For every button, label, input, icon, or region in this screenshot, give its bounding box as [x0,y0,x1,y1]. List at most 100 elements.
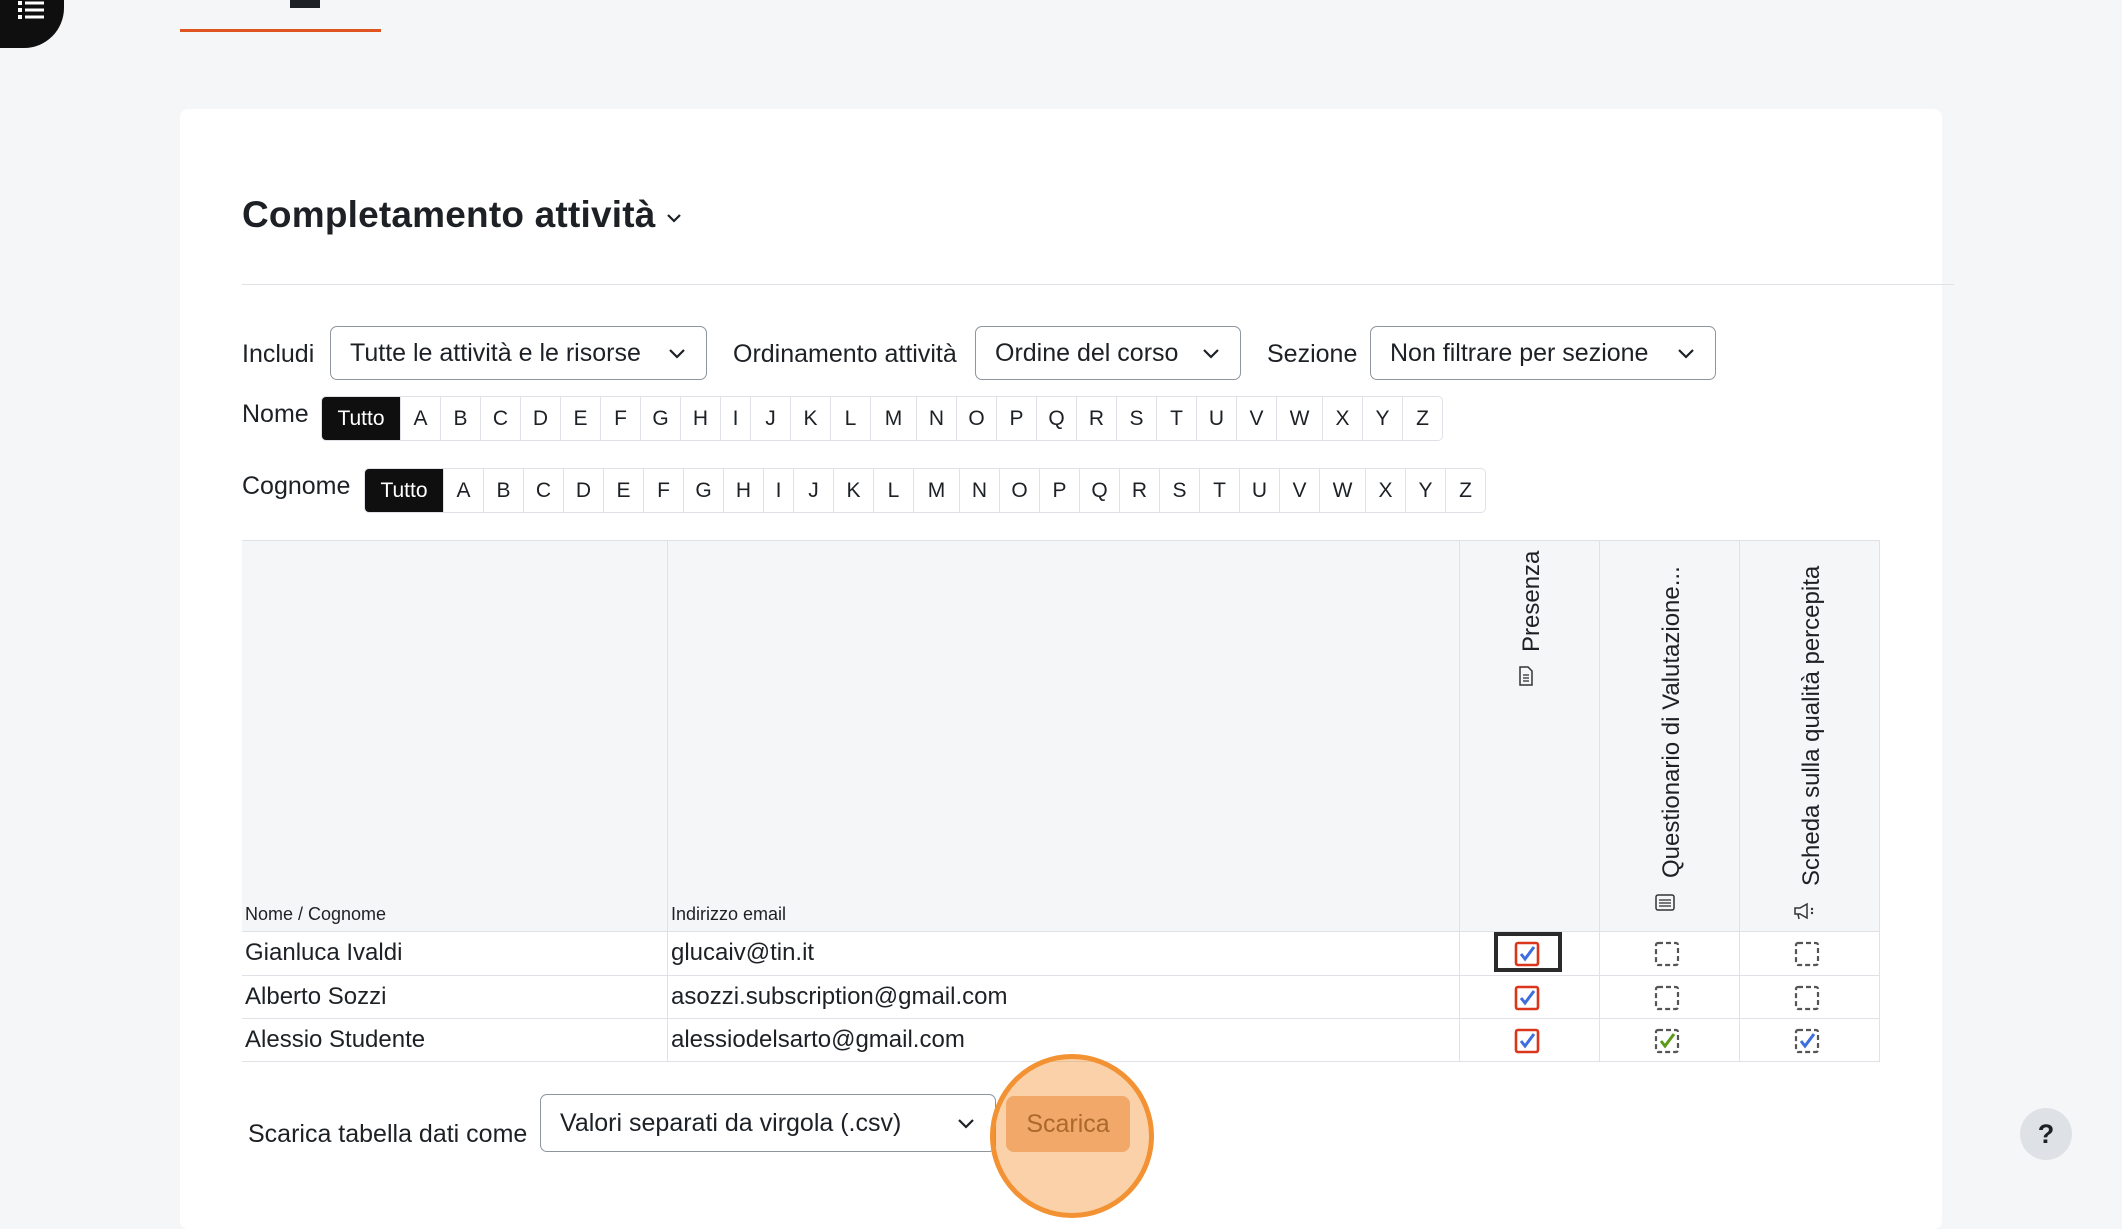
first-name-initial-z[interactable]: Z [1402,397,1442,440]
surname-initial-w[interactable]: W [1319,469,1365,512]
surname-initial-x[interactable]: X [1365,469,1405,512]
first-name-initial-q[interactable]: Q [1036,397,1076,440]
order-select[interactable]: Ordine del corso [975,326,1241,380]
first-name-initial-v[interactable]: V [1236,397,1276,440]
first-name-initial-s[interactable]: S [1116,397,1156,440]
divider [1599,540,1600,1061]
row-email: alessiodelsarto@gmail.com [671,1026,965,1053]
surname-initial-c[interactable]: C [523,469,563,512]
first-name-initial-n[interactable]: N [916,397,956,440]
surname-initial-m[interactable]: M [913,469,959,512]
order-label: Ordinamento attività [733,340,957,368]
chevron-down-icon[interactable] [666,213,682,223]
first-name-initial-x[interactable]: X [1322,397,1362,440]
report-title[interactable]: Completamento attività [242,194,656,236]
column-header-email[interactable]: Indirizzo email [671,904,786,925]
divider [1459,540,1460,1061]
surname-initial-k[interactable]: K [833,469,873,512]
divider [242,931,1880,932]
click-highlight [990,1054,1154,1218]
surname-initial-j[interactable]: J [793,469,833,512]
surname-initial-a[interactable]: A [443,469,483,512]
first-name-initial-o[interactable]: O [956,397,996,440]
chevron-down-icon [1678,349,1694,359]
surname-initial-v[interactable]: V [1279,469,1319,512]
checkbox-complete-icon[interactable] [1514,985,1540,1011]
surname-initial-o[interactable]: O [999,469,1039,512]
first-name-initial-g[interactable]: G [640,397,680,440]
surname-initial-h[interactable]: H [723,469,763,512]
chevron-down-icon [669,349,685,359]
chevron-down-icon [958,1119,974,1129]
surname-initial-y[interactable]: Y [1405,469,1445,512]
first-name-initial-w[interactable]: W [1276,397,1322,440]
first-name-initial-d[interactable]: D [520,397,560,440]
row-name[interactable]: Gianluca Ivaldi [245,939,402,967]
surname-initial-n[interactable]: N [959,469,999,512]
surname-initial-r[interactable]: R [1119,469,1159,512]
first-name-initial-a[interactable]: A [400,397,440,440]
surname-initial-p[interactable]: P [1039,469,1079,512]
active-tab-underline [180,29,381,32]
checkbox-incomplete-icon[interactable] [1794,941,1820,967]
download-format-select[interactable]: Valori separati da virgola (.csv) [540,1094,996,1152]
first-name-initial-h[interactable]: H [680,397,720,440]
first-name-initial-f[interactable]: F [600,397,640,440]
surname-initial-e[interactable]: E [603,469,643,512]
surname-initial-f[interactable]: F [643,469,683,512]
surname-initial-all[interactable]: Tutto [365,469,443,512]
first-name-initial-t[interactable]: T [1156,397,1196,440]
page-heading-fragment [290,0,320,8]
checkbox-complete-icon[interactable] [1514,1028,1540,1054]
surname-initial-d[interactable]: D [563,469,603,512]
first-name-initial-m[interactable]: M [870,397,916,440]
divider [1739,540,1740,1061]
checkbox-incomplete-icon[interactable] [1654,985,1680,1011]
activity-header-questionario[interactable]: Questionario di Valutazione... [1658,566,1686,878]
first-name-initials-bar: Tutto A B C D E F G H I J K L M N O P Q R S T U V W X Y Z [321,396,1443,441]
checkbox-complete-icon[interactable] [1514,941,1540,967]
surname-initial-g[interactable]: G [683,469,723,512]
course-index-button[interactable] [0,0,64,48]
checkbox-incomplete-icon[interactable] [1794,985,1820,1011]
first-name-initial-b[interactable]: B [440,397,480,440]
row-name[interactable]: Alessio Studente [245,1026,425,1054]
first-name-initial-k[interactable]: K [790,397,830,440]
section-select[interactable]: Non filtrare per sezione [1370,326,1716,380]
section-label: Sezione [1267,340,1358,368]
first-name-initial-p[interactable]: P [996,397,1036,440]
download-label: Scarica tabella dati come [248,1120,528,1148]
surname-initial-q[interactable]: Q [1079,469,1119,512]
megaphone-icon [1794,902,1814,920]
surname-initial-t[interactable]: T [1199,469,1239,512]
first-name-initial-j[interactable]: J [750,397,790,440]
surname-initial-b[interactable]: B [483,469,523,512]
help-button[interactable]: ? [2020,1108,2072,1160]
first-name-initial-e[interactable]: E [560,397,600,440]
surname-initial-l[interactable]: L [873,469,913,512]
surname-initial-z[interactable]: Z [1445,469,1485,512]
surname-initial-i[interactable]: I [763,469,793,512]
first-name-initial-all[interactable]: Tutto [322,397,400,440]
divider [242,540,1880,541]
row-name[interactable]: Alberto Sozzi [245,983,386,1011]
page-icon [1519,666,1533,686]
first-name-initial-u[interactable]: U [1196,397,1236,440]
include-select[interactable]: Tutte le attività e le risorse [330,326,707,380]
surname-initial-s[interactable]: S [1159,469,1199,512]
checkbox-complete-icon[interactable] [1654,1028,1680,1054]
first-name-initial-y[interactable]: Y [1362,397,1402,440]
include-label: Includi [242,340,315,368]
first-name-initial-c[interactable]: C [480,397,520,440]
checkbox-incomplete-icon[interactable] [1654,941,1680,967]
checkbox-complete-icon[interactable] [1794,1028,1820,1054]
column-header-name[interactable]: Nome / Cognome [245,904,386,925]
row-email: glucaiv@tin.it [671,939,815,966]
surname-initial-u[interactable]: U [1239,469,1279,512]
first-name-initial-i[interactable]: I [720,397,750,440]
first-name-initial-l[interactable]: L [830,397,870,440]
feedback-icon [1655,894,1675,911]
activity-header-presenza[interactable]: Presenza [1518,551,1546,652]
activity-header-scheda[interactable]: Scheda sulla qualità percepita [1798,566,1826,886]
first-name-initial-r[interactable]: R [1076,397,1116,440]
